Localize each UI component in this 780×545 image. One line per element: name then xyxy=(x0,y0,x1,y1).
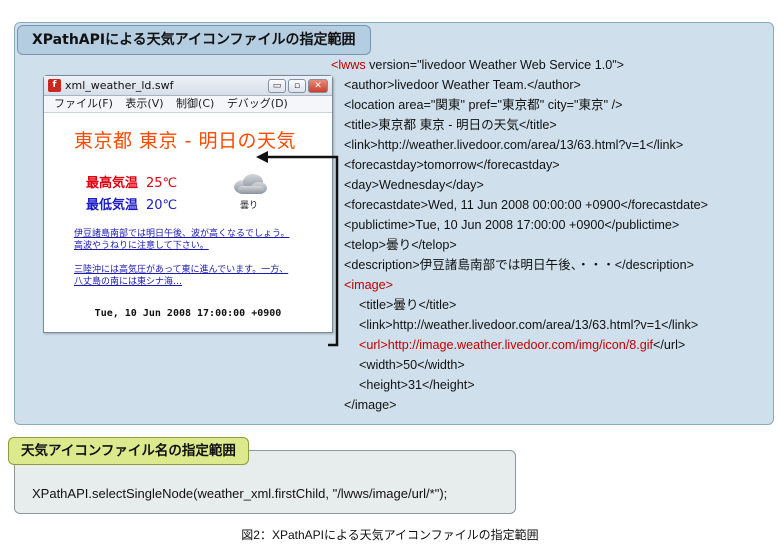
figure-caption: 図2：XPathAPIによる天気アイコンファイルの指定範囲 xyxy=(241,528,539,542)
xml-url-open-tag: <url> xyxy=(359,338,388,352)
xml-image-link: <link>http://weather.livedoor.com/area/1… xyxy=(359,318,699,332)
xml-image-title: <title>曇り</title> xyxy=(359,298,457,312)
xml-root-open: <lwws version="livedoor Weather Web Serv… xyxy=(331,55,708,75)
xml-listing: <lwws version="livedoor Weather Web Serv… xyxy=(331,55,708,415)
xml-line: <forecastday>tomorrow</forecastday> xyxy=(344,158,560,172)
xml-image-width: <width>50</width> xyxy=(359,358,465,372)
xml-image-url: <url>http://image.weather.livedoor.com/i… xyxy=(331,335,708,355)
xml-line: <author>livedoor Weather Team.</author> xyxy=(344,78,581,92)
xml-image-height: <height>31</height> xyxy=(359,378,475,392)
xml-image-open: <image> xyxy=(344,278,394,292)
xpath-code: XPathAPI.selectSingleNode(weather_xml.fi… xyxy=(32,486,448,501)
xml-root-attrs: version="livedoor Weather Web Service 1.… xyxy=(365,58,625,72)
xml-line: <link>http://weather.livedoor.com/area/1… xyxy=(344,138,684,152)
xml-line: <title>東京都 東京 - 明日の天気</title> xyxy=(344,118,557,132)
xml-line: <forecastdate>Wed, 11 Jun 2008 00:00:00 … xyxy=(344,198,708,212)
arrowhead-icon xyxy=(256,151,268,163)
xml-line: <description>伊豆諸島南部では明日午後、・・・</descripti… xyxy=(344,258,694,272)
xml-url-value: http://image.weather.livedoor.com/img/ic… xyxy=(387,338,654,352)
xml-root-tag: <lwws xyxy=(331,58,366,72)
bottom-panel-title: 天気アイコンファイル名の指定範囲 xyxy=(8,437,249,465)
xml-url-close-tag: </url> xyxy=(653,338,686,352)
xml-line: <location area="関東" pref="東京都" city="東京"… xyxy=(344,98,623,112)
xml-line: <telop>曇り</telop> xyxy=(344,238,457,252)
xml-line: <day>Wednesday</day> xyxy=(344,178,484,192)
xml-image-close: </image> xyxy=(344,398,397,412)
xml-line: <publictime>Tue, 10 Jun 2008 17:00:00 +0… xyxy=(344,218,680,232)
